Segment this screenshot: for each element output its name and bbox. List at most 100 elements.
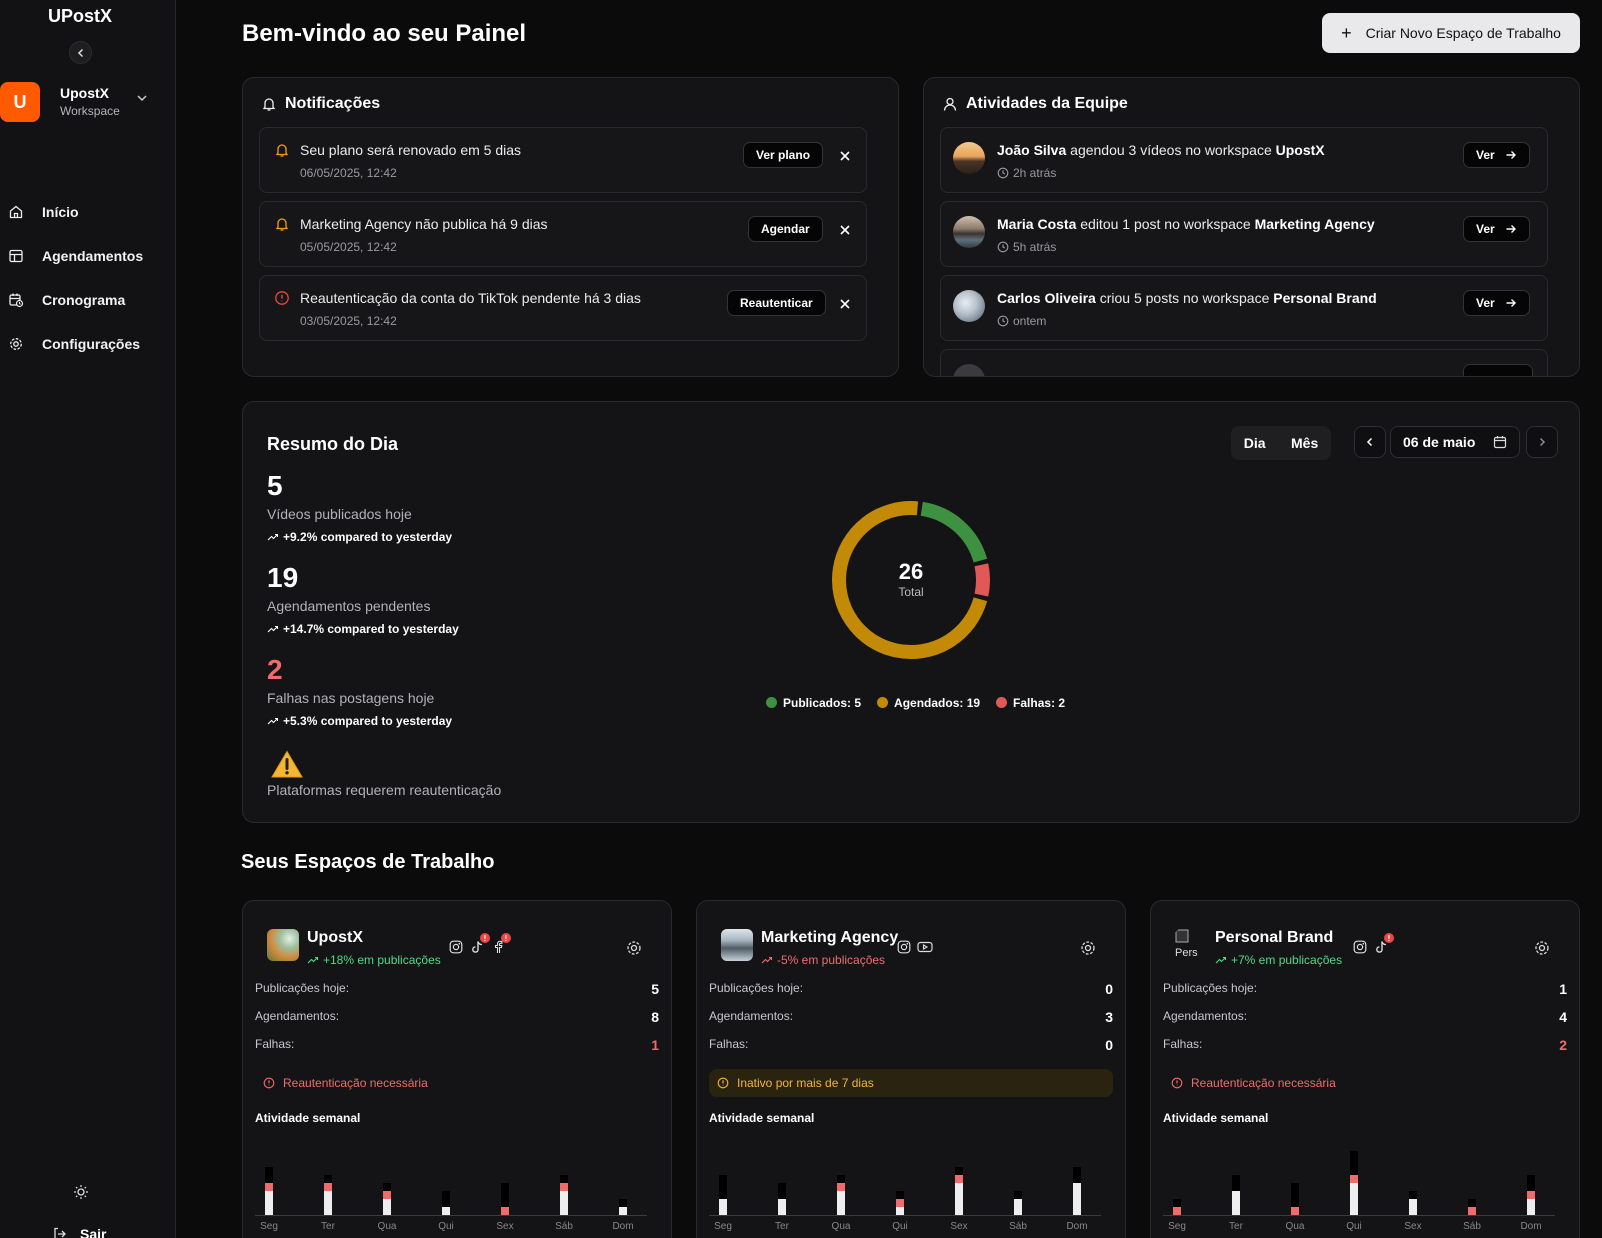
- view-activity-button[interactable]: Ver: [1463, 290, 1530, 316]
- bar-published: [1350, 1183, 1358, 1215]
- bar-published: [324, 1191, 332, 1215]
- view-activity-button[interactable]: Ver: [1463, 216, 1530, 242]
- tiktok-icon[interactable]: !: [1373, 933, 1394, 955]
- nav-label: Cronograma: [42, 292, 126, 308]
- summary-donut-chart: 26 Total: [832, 501, 990, 659]
- sun-icon: [74, 1185, 88, 1199]
- next-date-button[interactable]: [1526, 426, 1558, 458]
- alert-badge: !: [1384, 933, 1394, 943]
- create-workspace-button[interactable]: + Criar Novo Espaço de Trabalho: [1322, 13, 1580, 53]
- stat-failures-label: Falhas nas postagens hoje: [267, 690, 435, 706]
- workspace-card[interactable]: Pers Personal Brand +7% em publicações !…: [1150, 900, 1580, 1238]
- bar-failed: [560, 1183, 568, 1191]
- workspaces-section-title: Seus Espaços de Trabalho: [241, 851, 495, 873]
- collapse-sidebar-button[interactable]: [69, 41, 92, 64]
- activity-time: 5h atrás: [997, 240, 1056, 254]
- bar-day-label: Sáb: [1463, 1221, 1481, 1232]
- gear-icon[interactable]: [1533, 939, 1551, 957]
- bar-day-label: Ter: [321, 1221, 335, 1232]
- close-icon[interactable]: [838, 149, 852, 163]
- daily-summary-title: Resumo do Dia: [267, 434, 399, 454]
- workspace-avatar: U: [0, 82, 40, 122]
- tiktok-icon[interactable]: !: [469, 933, 490, 955]
- notification-text: Seu plano será renovado em 5 dias: [300, 142, 522, 158]
- notification-item: Reautenticação da conta do TikTok penden…: [259, 275, 867, 341]
- bar-day-label: Dom: [1066, 1221, 1088, 1232]
- workspace-thumbnail: [721, 929, 753, 961]
- tab-month[interactable]: Mês: [1291, 435, 1318, 451]
- nav-item-cronograma[interactable]: Cronograma: [0, 278, 176, 322]
- bar-published: [1073, 1183, 1081, 1215]
- bar-day-label: Seg: [1168, 1221, 1186, 1232]
- gear-icon[interactable]: [1079, 939, 1097, 957]
- trending-up-icon: [267, 717, 279, 725]
- tab-day[interactable]: Dia: [1244, 435, 1266, 451]
- activity-time: ontem: [997, 314, 1046, 328]
- nav-item-configuracoes[interactable]: Configurações: [0, 322, 176, 366]
- trending-up-icon: [1215, 956, 1227, 964]
- bar-day-label: Qui: [438, 1221, 454, 1232]
- gear-icon[interactable]: [625, 939, 643, 957]
- stat-published-delta: +9.2% compared to yesterday: [267, 530, 452, 544]
- notification-date: 05/05/2025, 12:42: [300, 240, 397, 254]
- trending-down-icon: [761, 956, 773, 964]
- close-icon[interactable]: [838, 223, 852, 237]
- youtube-icon[interactable]: [917, 939, 933, 955]
- instagram-icon[interactable]: [448, 939, 464, 955]
- weekly-activity-title: Atividade semanal: [1163, 1111, 1269, 1125]
- theme-toggle-button[interactable]: [72, 1183, 90, 1201]
- legend-failures: Falhas: 2: [996, 696, 1065, 710]
- trending-up-icon: [267, 625, 279, 633]
- failures-row: Falhas: 0: [709, 1037, 1113, 1053]
- notification-date: 03/05/2025, 12:42: [300, 314, 397, 328]
- notification-item: Seu plano será renovado em 5 dias 06/05/…: [259, 127, 867, 193]
- instagram-icon[interactable]: [896, 939, 912, 955]
- logout-label: Sair: [80, 1226, 107, 1238]
- instagram-icon[interactable]: [1352, 939, 1368, 955]
- schedules-row: Agendamentos: 3: [709, 1009, 1113, 1025]
- posts-today-row: Publicações hoje: 5: [255, 981, 659, 997]
- bell-icon: [262, 98, 276, 111]
- alert-badge: !: [501, 933, 511, 943]
- view-plan-button[interactable]: Ver plano: [743, 142, 824, 168]
- clock-icon: [997, 241, 1009, 253]
- main-nav: Início Agendamentos Cronograma Configura…: [0, 190, 176, 366]
- logout-button[interactable]: Sair: [52, 1226, 106, 1238]
- view-activity-button[interactable]: [1463, 364, 1533, 376]
- workspace-card[interactable]: Marketing Agency -5% em publicações Publ…: [696, 900, 1126, 1238]
- close-icon[interactable]: [838, 297, 852, 311]
- bell-icon: [275, 218, 289, 231]
- chevron-left-icon: [1366, 437, 1373, 447]
- donut-slice-publicados: [920, 501, 988, 563]
- alert-badge: !: [480, 933, 490, 943]
- activity-time: 2h atrás: [997, 166, 1056, 180]
- workspace-card[interactable]: UpostX +18% em publicações !! Publicaçõe…: [242, 900, 672, 1238]
- nav-item-inicio[interactable]: Início: [0, 190, 176, 234]
- legend-scheduled: Agendados: 19: [877, 696, 980, 710]
- weekly-activity-title: Atividade semanal: [709, 1111, 815, 1125]
- workspace-switcher[interactable]: U UpostX Workspace: [0, 80, 176, 124]
- arrow-right-icon: [1506, 299, 1516, 307]
- bar-failed: [1468, 1207, 1476, 1215]
- bar-failed: [896, 1199, 904, 1207]
- schedules-row: Agendamentos: 4: [1163, 1009, 1567, 1025]
- alert-circle-icon: [263, 1077, 275, 1089]
- bar-day-label: Seg: [260, 1221, 278, 1232]
- failures-row: Falhas: 2: [1163, 1037, 1567, 1053]
- bar-day-label: Qua: [831, 1221, 851, 1232]
- reauthenticate-button[interactable]: Reautenticar: [727, 290, 826, 316]
- bar-published: [1527, 1199, 1535, 1215]
- facebook-icon[interactable]: !: [490, 933, 511, 955]
- nav-label: Configurações: [42, 336, 141, 352]
- broken-image-icon: [1175, 929, 1189, 943]
- sidebar: UPostX U UpostX Workspace Início Agendam…: [0, 0, 176, 1238]
- date-picker[interactable]: 06 de maio: [1390, 426, 1520, 458]
- prev-date-button[interactable]: [1354, 426, 1386, 458]
- view-activity-button[interactable]: Ver: [1463, 142, 1530, 168]
- bar-failed: [1527, 1191, 1535, 1199]
- nav-item-agendamentos[interactable]: Agendamentos: [0, 234, 176, 278]
- activity-item: Maria Costa editou 1 post no workspace M…: [940, 201, 1548, 267]
- schedule-button[interactable]: Agendar: [748, 216, 823, 242]
- bar-day-label: Dom: [1520, 1221, 1542, 1232]
- stat-published-value: 5: [267, 470, 283, 501]
